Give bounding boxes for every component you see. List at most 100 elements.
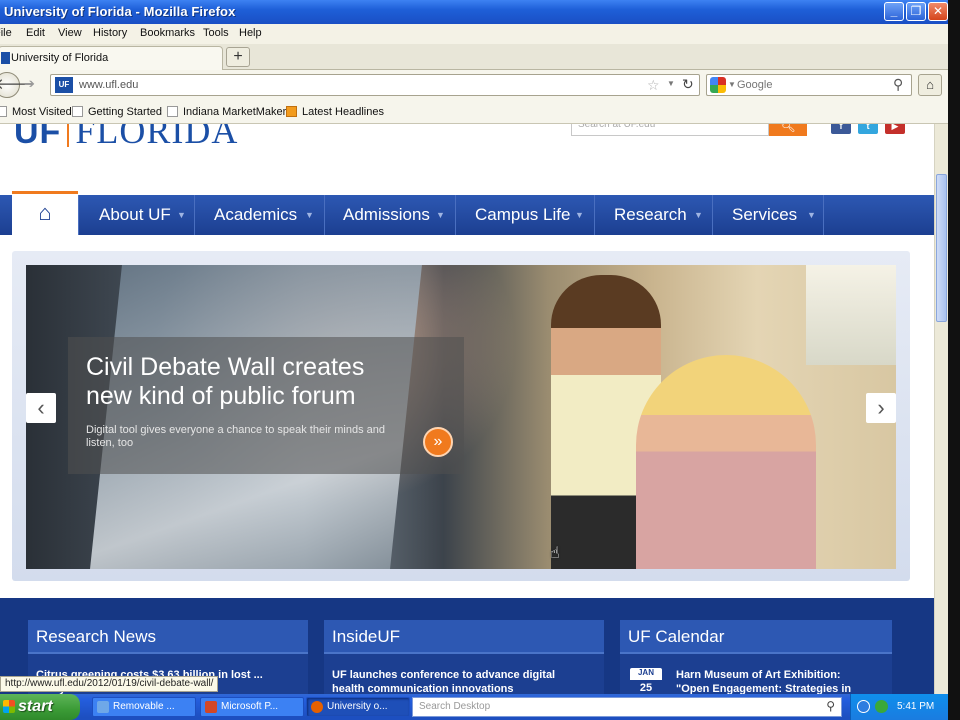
task-label: Removable ... (113, 701, 175, 712)
slider-next-button[interactable]: › (866, 393, 896, 423)
bookmark-indiana-marketmaker[interactable]: Indiana MarketMaker (167, 106, 286, 118)
nav-home[interactable]: ⌂ (12, 191, 78, 235)
nav-services[interactable]: Services ▼ (712, 195, 824, 235)
nav-research[interactable]: Research ▼ (594, 195, 712, 235)
chevron-down-icon: ▼ (694, 210, 703, 220)
back-button[interactable]: 🡐 (0, 72, 35, 98)
maximize-button[interactable]: ❐ (906, 2, 926, 21)
site-search-input[interactable]: Search at UF.edu (571, 124, 769, 136)
chevron-down-icon: ▼ (305, 210, 314, 220)
facebook-icon[interactable]: f (831, 124, 851, 134)
menu-edit[interactable]: Edit (26, 27, 45, 39)
menu-help[interactable]: Help (239, 27, 262, 39)
search-bar[interactable]: ▼ ⚲ (706, 74, 912, 96)
search-magnifier-icon[interactable]: ⚲ (893, 76, 903, 93)
minimize-button[interactable]: _ (884, 2, 904, 21)
hero-caption[interactable]: Civil Debate Wall creates new kind of pu… (68, 337, 464, 474)
student-figure (636, 355, 816, 569)
bookmark-label: Most Visited (12, 106, 72, 118)
read-more-icon[interactable]: » (423, 427, 453, 457)
forward-arrow-icon: ➔ (24, 76, 35, 91)
start-label: start (18, 698, 53, 715)
menu-history[interactable]: History (93, 27, 127, 39)
nav-admissions[interactable]: Admissions ▼ (324, 195, 455, 235)
panel-headline[interactable]: Harn Museum of Art Exhibition: "Open Eng… (676, 668, 876, 694)
forward-button[interactable]: ➔ (24, 76, 35, 92)
menu-view[interactable]: View (58, 27, 82, 39)
task-firefox[interactable]: University o... (306, 697, 410, 717)
tab-university-of-florida[interactable]: University of Florida (0, 46, 223, 70)
system-tray: 5:41 PM (850, 694, 948, 720)
twitter-icon[interactable]: t (858, 124, 878, 134)
chevron-down-icon: ▼ (807, 210, 816, 220)
task-microsoft-powerpoint[interactable]: Microsoft P... (200, 697, 304, 717)
tab-bar: University of Florida + (0, 44, 960, 70)
new-tab-button[interactable]: + (226, 47, 250, 67)
site-identity-icon[interactable]: UF (55, 77, 73, 93)
url-bar[interactable]: UF ☆ ▼ ↻ (50, 74, 700, 96)
calendar-month: JAN (637, 668, 654, 677)
panel-title[interactable]: Research News (28, 620, 308, 654)
bookmark-label: Getting Started (88, 106, 162, 118)
nav-about-uf[interactable]: About UF ▼ (78, 195, 194, 235)
scrollbar-thumb[interactable] (936, 174, 947, 322)
network-icon[interactable] (857, 700, 870, 713)
bookmark-label: Latest Headlines (302, 106, 384, 118)
uf-logo[interactable]: UF FLORIDA (14, 124, 238, 152)
desktop-screen: University of Florida - Mozilla Firefox … (0, 0, 960, 720)
bookmark-most-visited[interactable]: Most Visited (0, 106, 72, 118)
calendar-date-badge: JAN 25 (630, 668, 662, 694)
clock[interactable]: 5:41 PM (897, 694, 934, 720)
url-input[interactable] (79, 77, 639, 93)
panel-title[interactable]: UF Calendar (620, 620, 892, 654)
google-engine-icon[interactable] (710, 77, 726, 93)
logo-divider (67, 124, 70, 147)
reload-icon[interactable]: ↻ (682, 76, 694, 93)
home-icon: ⌂ (926, 77, 934, 92)
web-search-input[interactable] (737, 77, 887, 93)
menu-bookmarks[interactable]: Bookmarks (140, 27, 195, 39)
nav-label: Services (732, 205, 798, 224)
logo-initials: UF (14, 124, 62, 151)
bookmark-getting-started[interactable]: Getting Started (72, 106, 162, 118)
insideuf-panel: InsideUF UF launches conference to advan… (324, 620, 604, 694)
slider-prev-button[interactable]: ‹ (26, 393, 56, 423)
nav-campus-life[interactable]: Campus Life ▼ (455, 195, 594, 235)
window-titlebar[interactable]: University of Florida - Mozilla Firefox … (0, 0, 960, 24)
url-dropdown-icon[interactable]: ▼ (667, 79, 675, 88)
search-magnifier-icon[interactable]: ⚲ (826, 699, 835, 713)
start-button[interactable]: start (0, 694, 80, 720)
home-icon: ⌂ (38, 200, 52, 225)
home-button[interactable]: ⌂ (918, 74, 942, 96)
task-removable[interactable]: Removable ... (92, 697, 196, 717)
firefox-icon (311, 701, 323, 713)
site-search-button[interactable]: 🔍︎ (769, 124, 807, 136)
rss-icon (286, 106, 297, 117)
youtube-icon[interactable]: ▶ (885, 124, 905, 134)
bookmark-latest-headlines[interactable]: Latest Headlines (286, 106, 384, 118)
security-icon[interactable] (875, 700, 888, 713)
status-link-preview: http://www.ufl.edu/2012/01/19/civil-deba… (0, 676, 219, 692)
calendar-day: 25 (630, 680, 662, 694)
nav-academics[interactable]: Academics ▼ (194, 195, 324, 235)
nav-label: Academics (214, 205, 298, 224)
menu-file[interactable]: File (0, 27, 12, 39)
page-scrollbar[interactable] (934, 124, 948, 694)
search-icon: 🔍︎ (780, 124, 796, 133)
uf-calendar-panel: UF Calendar JAN 25 Harn Museum of Art Exh… (620, 620, 892, 694)
engine-dropdown-icon[interactable]: ▼ (728, 80, 736, 89)
bookmark-star-icon[interactable]: ☆ (647, 77, 660, 94)
desktop-search-input[interactable]: Search Desktop ⚲ (412, 697, 842, 717)
nav-label: Admissions (343, 205, 430, 224)
panel-headline[interactable]: UF launches conference to advance digita… (332, 668, 588, 694)
desktop-search-placeholder: Search Desktop (419, 701, 491, 712)
task-label: Microsoft P... (221, 701, 279, 712)
navigation-toolbar: 🡐 ➔ UF ☆ ▼ ↻ ▼ ⚲ ⌂ (0, 70, 960, 100)
panel-title[interactable]: InsideUF (324, 620, 604, 654)
bookmark-folder-icon (0, 106, 7, 117)
chevron-down-icon: ▼ (575, 210, 584, 220)
menu-tools[interactable]: Tools (203, 27, 229, 39)
close-button[interactable]: ✕ (928, 2, 948, 21)
task-label: University o... (327, 701, 388, 712)
hero-headline[interactable]: Civil Debate Wall creates new kind of pu… (86, 353, 416, 411)
